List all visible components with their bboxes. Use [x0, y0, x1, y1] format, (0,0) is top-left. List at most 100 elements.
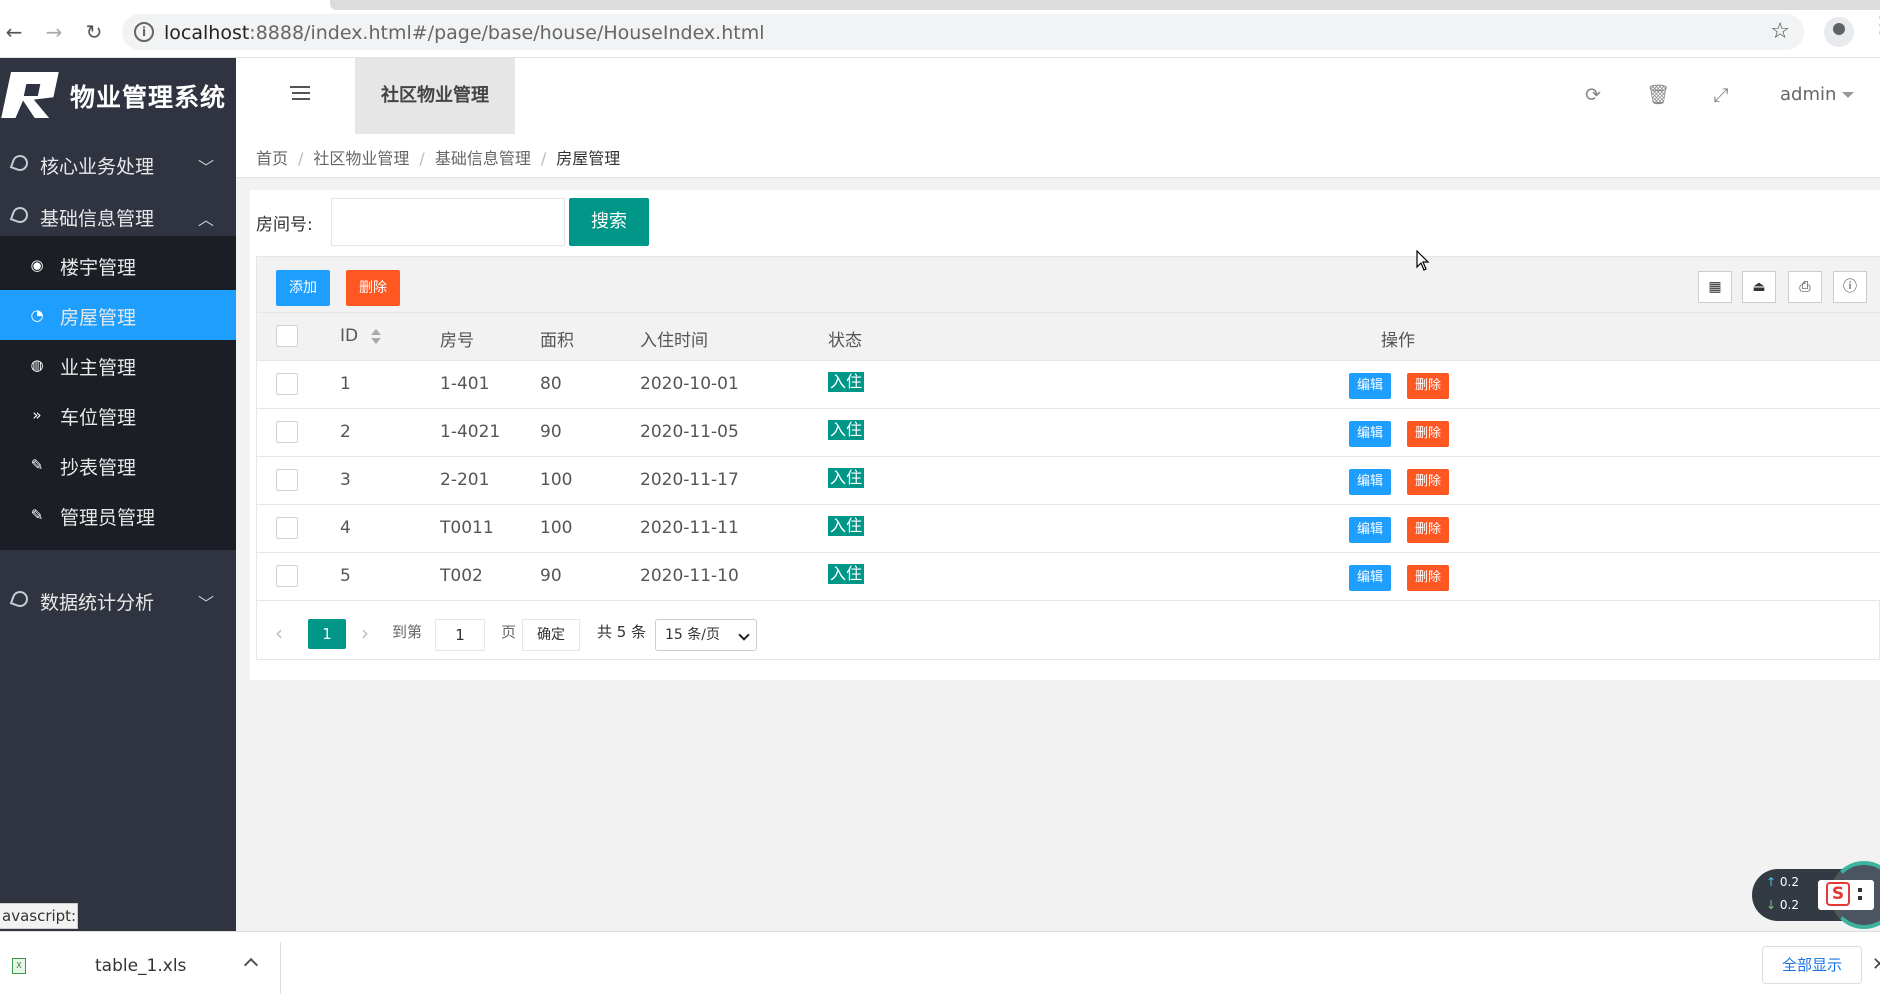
column-header-room: 房号: [440, 331, 474, 351]
cell-area: 80: [540, 374, 562, 394]
input-method-toolbar[interactable]: S: [1818, 880, 1874, 910]
edit-button[interactable]: 编辑: [1349, 517, 1391, 543]
sidebar-item-owner[interactable]: ◍ 业主管理: [0, 340, 236, 390]
close-icon[interactable]: ✕: [1872, 954, 1880, 975]
goto-page-input[interactable]: 1: [435, 619, 485, 651]
page-size-value: 15 条/页: [665, 627, 720, 643]
search-button[interactable]: 搜索: [569, 198, 649, 246]
tab-community-property[interactable]: 社区物业管理: [355, 58, 515, 134]
prev-page-icon[interactable]: ‹: [275, 621, 283, 645]
breadcrumb-item[interactable]: 社区物业管理: [313, 149, 409, 168]
refresh-icon[interactable]: ⟳: [1582, 84, 1604, 106]
sidebar-item-building[interactable]: ◉ 楼宇管理: [0, 240, 236, 290]
user-menu[interactable]: admin: [1780, 84, 1855, 105]
fullscreen-icon[interactable]: ⤢: [1710, 84, 1732, 106]
table-row: 3 2-201 100 2020-11-17 入住 编辑 删除: [257, 457, 1880, 505]
row-checkbox[interactable]: [276, 517, 298, 539]
row-delete-button[interactable]: 删除: [1407, 421, 1449, 447]
select-all-checkbox[interactable]: [276, 325, 298, 347]
forward-icon[interactable]: →: [42, 20, 66, 44]
menu-group-statistics[interactable]: 数据统计分析 ﹀: [0, 570, 236, 632]
row-checkbox[interactable]: [276, 373, 298, 395]
page-label: 页: [501, 623, 517, 641]
row-delete-button[interactable]: 删除: [1407, 517, 1449, 543]
sidebar-item-meter[interactable]: ✎ 抄表管理: [0, 440, 236, 490]
sort-icon[interactable]: [371, 329, 381, 345]
row-checkbox[interactable]: [276, 421, 298, 443]
leaf-icon: [9, 588, 31, 610]
cell-room: T002: [440, 566, 483, 586]
dashboard-icon: ◍: [30, 356, 44, 374]
data-table: 添加 删除 ▦ ⏏ ⎙ ⓘ ID 房号 面积 入住时间 状态 操作 1 1-40…: [256, 256, 1880, 660]
edit-button[interactable]: 编辑: [1349, 421, 1391, 447]
cell-date: 2020-10-01: [640, 374, 739, 394]
trash-icon[interactable]: 🗑: [1646, 84, 1670, 106]
browser-toolbar: ← → ↻ i localhost:8888/index.html#/page/…: [0, 0, 1880, 58]
status-badge: 入住: [828, 420, 865, 440]
chevron-down-icon: [738, 629, 750, 641]
breadcrumb-item[interactable]: 基础信息管理: [435, 149, 531, 168]
back-icon[interactable]: ←: [2, 20, 26, 44]
delete-button[interactable]: 删除: [346, 270, 400, 306]
room-number-input[interactable]: [331, 198, 565, 246]
cell-room: 2-201: [440, 470, 490, 490]
column-header-id[interactable]: ID: [340, 326, 358, 346]
mouse-cursor-icon: [1416, 250, 1430, 271]
breadcrumb-home[interactable]: 首页: [256, 149, 288, 168]
sidebar-item-admin[interactable]: ✎ 管理员管理: [0, 490, 236, 540]
menu-toggle-icon[interactable]: [290, 86, 310, 104]
table-toolbar: 添加 删除 ▦ ⏏ ⎙ ⓘ: [257, 257, 1880, 313]
menu-group-label: 核心业务处理: [40, 156, 155, 178]
add-button[interactable]: 添加: [276, 270, 330, 306]
top-header: 社区物业管理 ⟳ 🗑 ⤢ admin: [236, 58, 1880, 134]
sidebar-item-label: 楼宇管理: [60, 257, 137, 279]
chevron-down-icon: ﹀: [197, 158, 214, 177]
show-all-downloads-button[interactable]: 全部显示: [1762, 946, 1862, 984]
row-delete-button[interactable]: 删除: [1407, 373, 1449, 399]
row-checkbox[interactable]: [276, 469, 298, 491]
url-text: localhost:8888/index.html#/page/base/hou…: [164, 22, 765, 44]
cell-date: 2020-11-10: [640, 566, 739, 586]
edit-button[interactable]: 编辑: [1349, 565, 1391, 591]
page-size-select[interactable]: 15 条/页: [655, 619, 757, 651]
app-title: 物业管理系统: [70, 83, 227, 112]
columns-icon[interactable]: ▦: [1698, 271, 1732, 303]
goto-confirm-button[interactable]: 确定: [522, 619, 580, 651]
edit-button[interactable]: 编辑: [1349, 373, 1391, 399]
table-row: 1 1-401 80 2020-10-01 入住 编辑 删除: [257, 361, 1880, 409]
browser-menu-icon[interactable]: ⋮: [1870, 15, 1880, 37]
leaf-icon: [9, 204, 31, 226]
row-delete-button[interactable]: 删除: [1407, 565, 1449, 591]
cell-date: 2020-11-17: [640, 470, 739, 490]
info-icon[interactable]: ⓘ: [1833, 271, 1867, 303]
sidebar-item-label: 业主管理: [60, 357, 137, 379]
print-icon[interactable]: ⎙: [1788, 271, 1822, 303]
sidebar-item-label: 房屋管理: [60, 307, 137, 329]
reload-icon[interactable]: ↻: [82, 20, 106, 44]
row-delete-button[interactable]: 删除: [1407, 469, 1449, 495]
sidebar-item-house[interactable]: ◔ 房屋管理: [0, 290, 236, 340]
bookmark-star-icon[interactable]: ☆: [1770, 19, 1790, 44]
site-info-icon[interactable]: i: [134, 22, 154, 42]
submenu: ◉ 楼宇管理 ◔ 房屋管理 ◍ 业主管理 » 车位管理 ✎ 抄表管理 ✎ 管理员…: [0, 236, 236, 550]
export-icon[interactable]: ⏏: [1742, 271, 1776, 303]
column-header-status: 状态: [828, 331, 862, 351]
username: admin: [1780, 84, 1837, 105]
address-bar[interactable]: i localhost:8888/index.html#/page/base/h…: [122, 14, 1804, 50]
edit-button[interactable]: 编辑: [1349, 469, 1391, 495]
profile-avatar-icon[interactable]: [1824, 17, 1854, 47]
chevron-up-icon[interactable]: [243, 957, 259, 973]
page-current[interactable]: 1: [308, 619, 346, 649]
edit-icon: ✎: [30, 456, 44, 474]
sidebar-item-parking[interactable]: » 车位管理: [0, 390, 236, 440]
row-checkbox[interactable]: [276, 565, 298, 587]
table-header: ID 房号 面积 入住时间 状态 操作: [257, 313, 1880, 361]
cell-area: 90: [540, 566, 562, 586]
search-label: 房间号:: [256, 215, 313, 235]
table-row: 5 T002 90 2020-11-10 入住 编辑 删除: [257, 553, 1880, 601]
more-dots-icon[interactable]: [1858, 886, 1862, 904]
download-filename[interactable]: table_1.xls: [95, 956, 186, 976]
next-page-icon[interactable]: ›: [361, 621, 369, 645]
target-icon: ◉: [30, 256, 44, 274]
download-speed: ↓ 0.2: [1766, 898, 1799, 912]
